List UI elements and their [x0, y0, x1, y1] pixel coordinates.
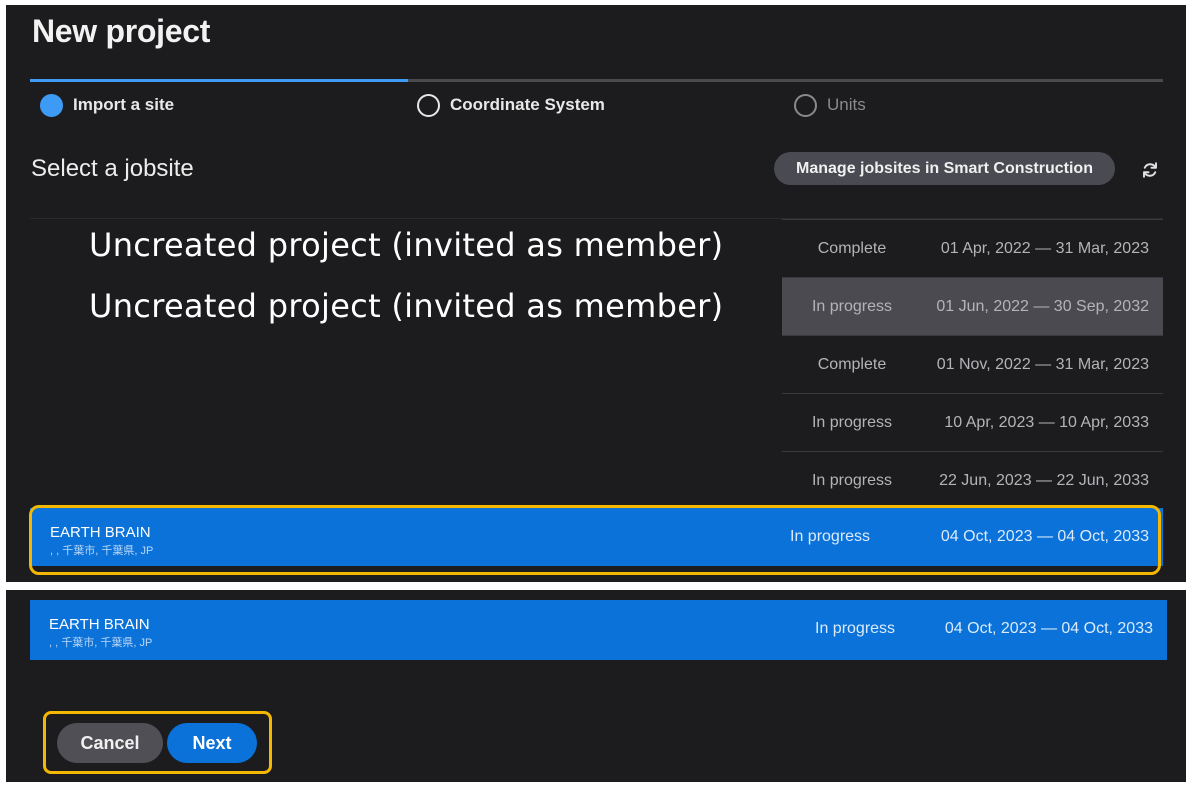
section-title: Select a jobsite — [31, 155, 194, 182]
step-coordinate-system[interactable]: Coordinate System — [417, 92, 605, 118]
jobsite-status: In progress — [815, 620, 896, 637]
jobsite-row[interactable]: Complete 01 Apr, 2022 — 31 Mar, 2023 — [782, 219, 1163, 277]
jobsite-name-block: EARTH BRAIN , , 千葉市, 千葉県, JP — [49, 616, 152, 650]
jobsite-status: In progress — [811, 471, 893, 489]
annotation-uncreated-project: Uncreated project (invited as member) — [89, 226, 724, 264]
jobsite-dates: 01 Jun, 2022 — 30 Sep, 2032 — [936, 297, 1149, 315]
refresh-icon[interactable] — [1139, 159, 1161, 181]
step-label: Units — [827, 95, 866, 114]
jobsite-row[interactable]: In progress 22 Jun, 2023 — 22 Jun, 2033 — [782, 451, 1163, 509]
jobsite-address: , , 千葉市, 千葉県, JP — [49, 637, 153, 649]
jobsite-name: EARTH BRAIN — [49, 616, 150, 633]
jobsite-row-selected[interactable]: EARTH BRAIN , , 千葉市, 千葉県, JP In progress… — [30, 600, 1167, 660]
annotation-uncreated-project: Uncreated project (invited as member) — [89, 287, 724, 325]
step-label: Coordinate System — [450, 95, 605, 114]
step-import-a-site[interactable]: Import a site — [40, 92, 174, 118]
step-units: Units — [794, 92, 866, 118]
refresh-icon-graphic — [1143, 162, 1157, 178]
stepper-progress — [30, 79, 408, 82]
jobsite-row[interactable]: In progress 01 Jun, 2022 — 30 Sep, 2032 — [782, 277, 1163, 335]
jobsite-dates: 01 Apr, 2022 — 31 Mar, 2023 — [940, 239, 1149, 257]
highlight-frame — [29, 505, 1161, 575]
radio-empty-icon — [794, 93, 817, 117]
highlight-frame — [43, 711, 272, 774]
new-project-dialog: New project Import a site Coordinate Sys… — [6, 5, 1186, 582]
radio-empty-icon — [417, 93, 440, 117]
jobsite-row[interactable]: In progress 10 Apr, 2023 — 10 Apr, 2033 — [782, 393, 1163, 451]
jobsite-dates: 01 Nov, 2022 — 31 Mar, 2023 — [936, 355, 1149, 373]
jobsite-status: In progress — [811, 413, 893, 431]
radio-filled-icon — [40, 93, 63, 117]
jobsite-status: Complete — [817, 355, 887, 373]
jobsite-dates: 04 Oct, 2023 — 04 Oct, 2033 — [944, 620, 1153, 637]
manage-jobsites-button[interactable]: Manage jobsites in Smart Construction — [774, 152, 1115, 185]
jobsite-dates: 10 Apr, 2023 — 10 Apr, 2033 — [944, 413, 1149, 431]
jobsite-status: In progress — [811, 297, 893, 315]
jobsite-status: Complete — [817, 239, 887, 257]
jobsite-dates: 22 Jun, 2023 — 22 Jun, 2033 — [939, 471, 1149, 489]
dialog-title: New project — [32, 13, 211, 49]
jobsite-row[interactable]: Complete 01 Nov, 2022 — 31 Mar, 2023 — [782, 335, 1163, 393]
step-label: Import a site — [73, 95, 175, 114]
